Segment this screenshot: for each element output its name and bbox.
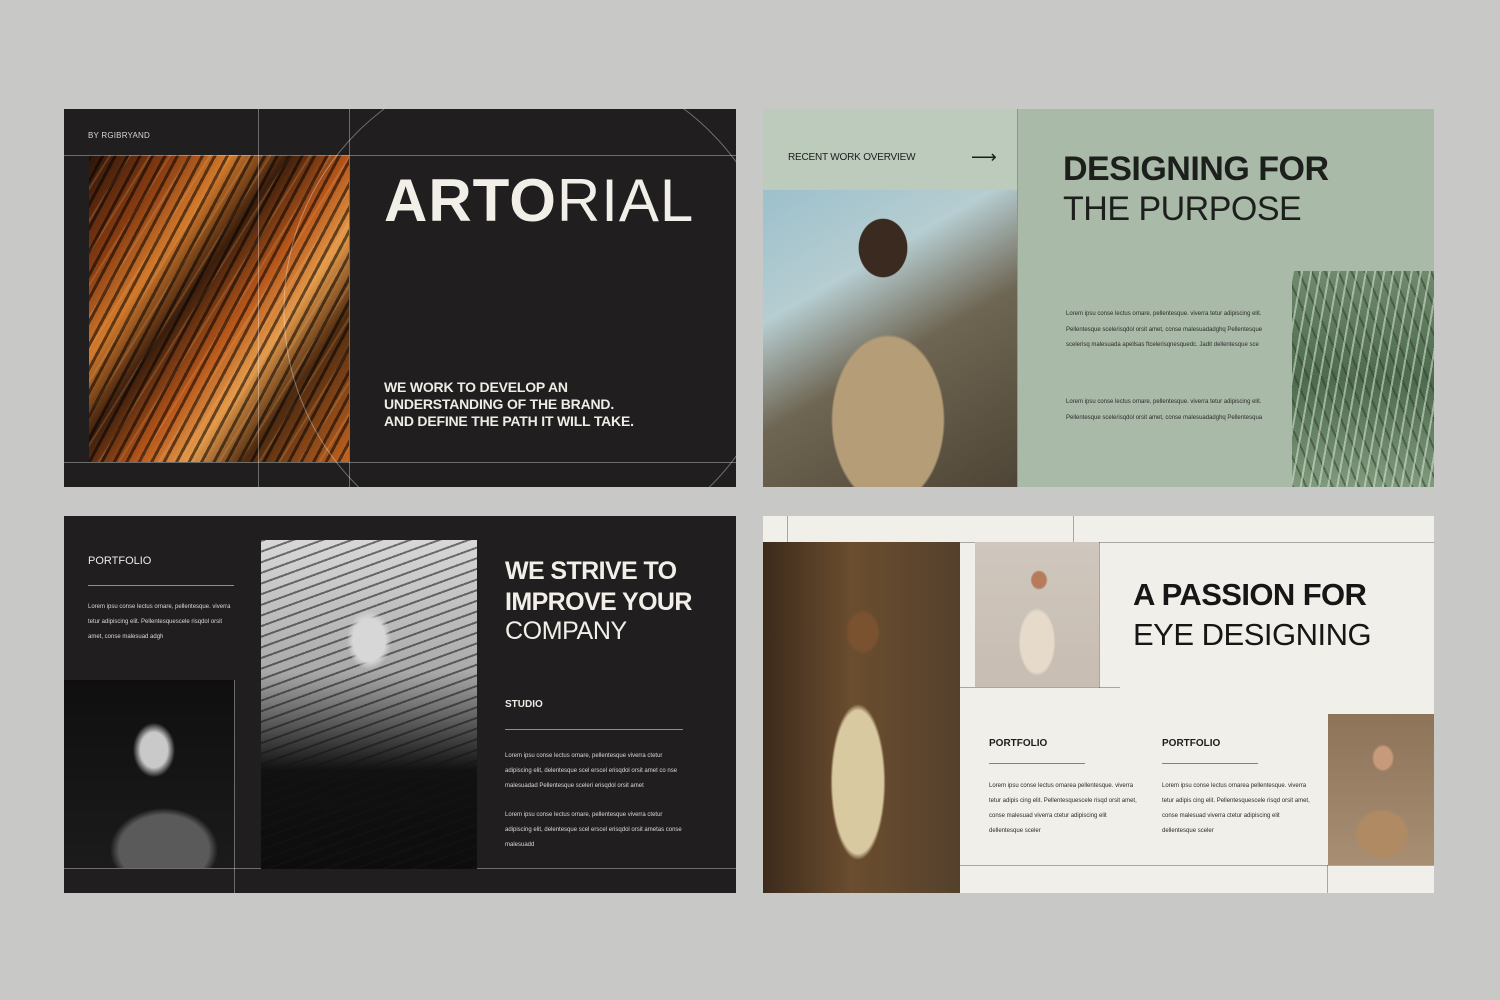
slide-strive-to-improve: PORTFOLIO Lorem ipsu conse lectus ornare… (64, 516, 736, 893)
model-coat-photo (763, 190, 1017, 487)
grass-photo (1292, 271, 1434, 487)
camera-girl-photo (975, 542, 1099, 687)
guide-line (1099, 542, 1100, 688)
brand-title: ARTORIAL (384, 171, 694, 231)
portfolio-text: Lorem ipsu conse lectus ornare, pellente… (88, 604, 231, 640)
portfolio-text: Lorem ipsu conse lectus ornarea pellente… (989, 783, 1137, 834)
heading-light: THE PURPOSE (1063, 190, 1302, 228)
heading-light: COMPANY (505, 617, 627, 645)
portrait-bw-photo (64, 680, 234, 868)
body-paragraph: Lorem ipsu conse lectus ornare, pellente… (1066, 399, 1263, 421)
heading-light: EYE DESIGNING (1133, 617, 1372, 652)
tagline-line: WE WORK TO DEVELOP AN (384, 379, 568, 395)
heading-bold: WE STRIVE TO IMPROVE YOUR (505, 556, 692, 618)
heading-bold: DESIGNING FOR (1063, 150, 1329, 188)
studio-label: STUDIO (505, 699, 543, 710)
tagline-line: AND DEFINE THE PATH IT WILL TAKE. (384, 413, 634, 429)
recent-work-label: RECENT WORK OVERVIEW (788, 152, 916, 163)
glasses-model-photo (1328, 714, 1434, 865)
model-suit-photo (763, 542, 960, 893)
studio-text: Lorem ipsu conse lectus ornare, pellente… (505, 753, 678, 789)
guide-line (234, 680, 235, 893)
guide-line (787, 516, 788, 542)
guide-line (960, 687, 1120, 688)
divider-line (505, 729, 683, 730)
portfolio-label: PORTFOLIO (88, 555, 152, 567)
heading-line: WE STRIVE TO (505, 557, 677, 585)
portfolio-text: Lorem ipsu conse lectus ornarea pellente… (1162, 783, 1310, 834)
divider-line (989, 763, 1085, 764)
body-paragraph: Lorem ipsu conse lectus ornare, pellente… (1066, 311, 1263, 348)
portfolio-label: PORTFOLIO (989, 738, 1048, 749)
guide-circle (283, 109, 736, 487)
slide-designing-for-purpose: RECENT WORK OVERVIEW ⟶ DESIGNING FOR THE… (763, 109, 1434, 487)
tagline: WE WORK TO DEVELOP AN UNDERSTANDING OF T… (384, 379, 664, 430)
studio-text: Lorem ipsu conse lectus ornare, pellente… (505, 812, 682, 848)
heading-line: IMPROVE YOUR (505, 588, 692, 616)
arrow-right-icon: ⟶ (971, 147, 997, 167)
hair-blowing-bw-photo (261, 540, 477, 869)
slide-passion-eye-designing: A PASSION FOR EYE DESIGNING PORTFOLIO Lo… (763, 516, 1434, 893)
brand-title-bold: ARTO (384, 167, 557, 234)
slide-artorial-cover: BY RGIBRYAND ARTORIAL WE WORK TO DEVELOP… (64, 109, 736, 487)
portfolio-label: PORTFOLIO (1162, 738, 1221, 749)
tagline-line: UNDERSTANDING OF THE BRAND. (384, 396, 615, 412)
divider-line (88, 585, 234, 586)
heading-bold: A PASSION FOR (1133, 577, 1367, 612)
brand-title-light: RIAL (556, 167, 695, 234)
divider-line (1162, 763, 1258, 764)
guide-line (1327, 865, 1328, 893)
guide-line (1073, 516, 1074, 542)
divider-line (1017, 109, 1018, 487)
